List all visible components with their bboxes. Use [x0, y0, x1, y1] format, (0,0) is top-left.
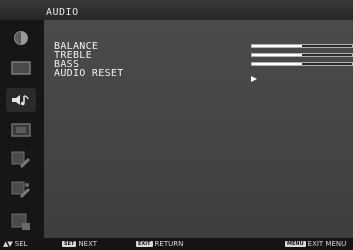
treble-slider[interactable] — [251, 53, 353, 57]
picture-icon[interactable] — [6, 118, 36, 142]
hint-select: ▲▼ SEL — [3, 238, 28, 250]
advanced-tools-icon[interactable] — [6, 178, 36, 202]
hint-return: EXIT RETURN — [136, 238, 183, 250]
menu-items: BALANCE TREBLE BASS AUDIO RESET — [54, 42, 124, 79]
menu-title: AUDIO — [46, 7, 79, 18]
audio-reset-arrow-icon[interactable] — [251, 76, 257, 82]
hint-next: SET NEXT — [62, 238, 97, 250]
information-icon[interactable] — [6, 210, 36, 234]
balance-slider[interactable] — [251, 44, 353, 48]
exit-key-icon: EXIT — [136, 241, 153, 247]
screen-icon[interactable] — [6, 56, 36, 80]
tools-icon[interactable] — [6, 148, 36, 172]
audio-icon[interactable] — [6, 88, 36, 112]
osd-menu: AUDIO BALANCE TREBLE BASS AUDIO RESET ▲▼… — [0, 0, 353, 250]
menu-item-audio-reset[interactable]: AUDIO RESET — [54, 69, 124, 79]
bass-slider-fill — [252, 63, 302, 65]
up-down-arrows-icon: ▲▼ — [3, 240, 13, 248]
category-sidebar — [0, 20, 44, 238]
menu-header: AUDIO — [0, 0, 353, 20]
hint-select-label: SEL — [14, 240, 28, 248]
audio-settings-panel: BALANCE TREBLE BASS AUDIO RESET — [44, 20, 353, 238]
hint-next-label: NEXT — [78, 240, 98, 248]
set-key-icon: SET — [62, 241, 77, 247]
hint-return-label: RETURN — [154, 240, 184, 248]
footer-hints: ▲▼ SEL SET NEXT EXIT RETURN MENU EXIT ME… — [0, 238, 353, 250]
contrast-icon[interactable] — [6, 26, 36, 50]
menu-key-icon: MENU — [285, 241, 306, 247]
hint-exit-menu: MENU EXIT MENU — [285, 238, 346, 250]
bass-slider[interactable] — [251, 62, 353, 66]
hint-exit-menu-label: EXIT MENU — [307, 240, 347, 248]
treble-slider-fill — [252, 54, 302, 56]
balance-slider-fill — [252, 45, 302, 47]
